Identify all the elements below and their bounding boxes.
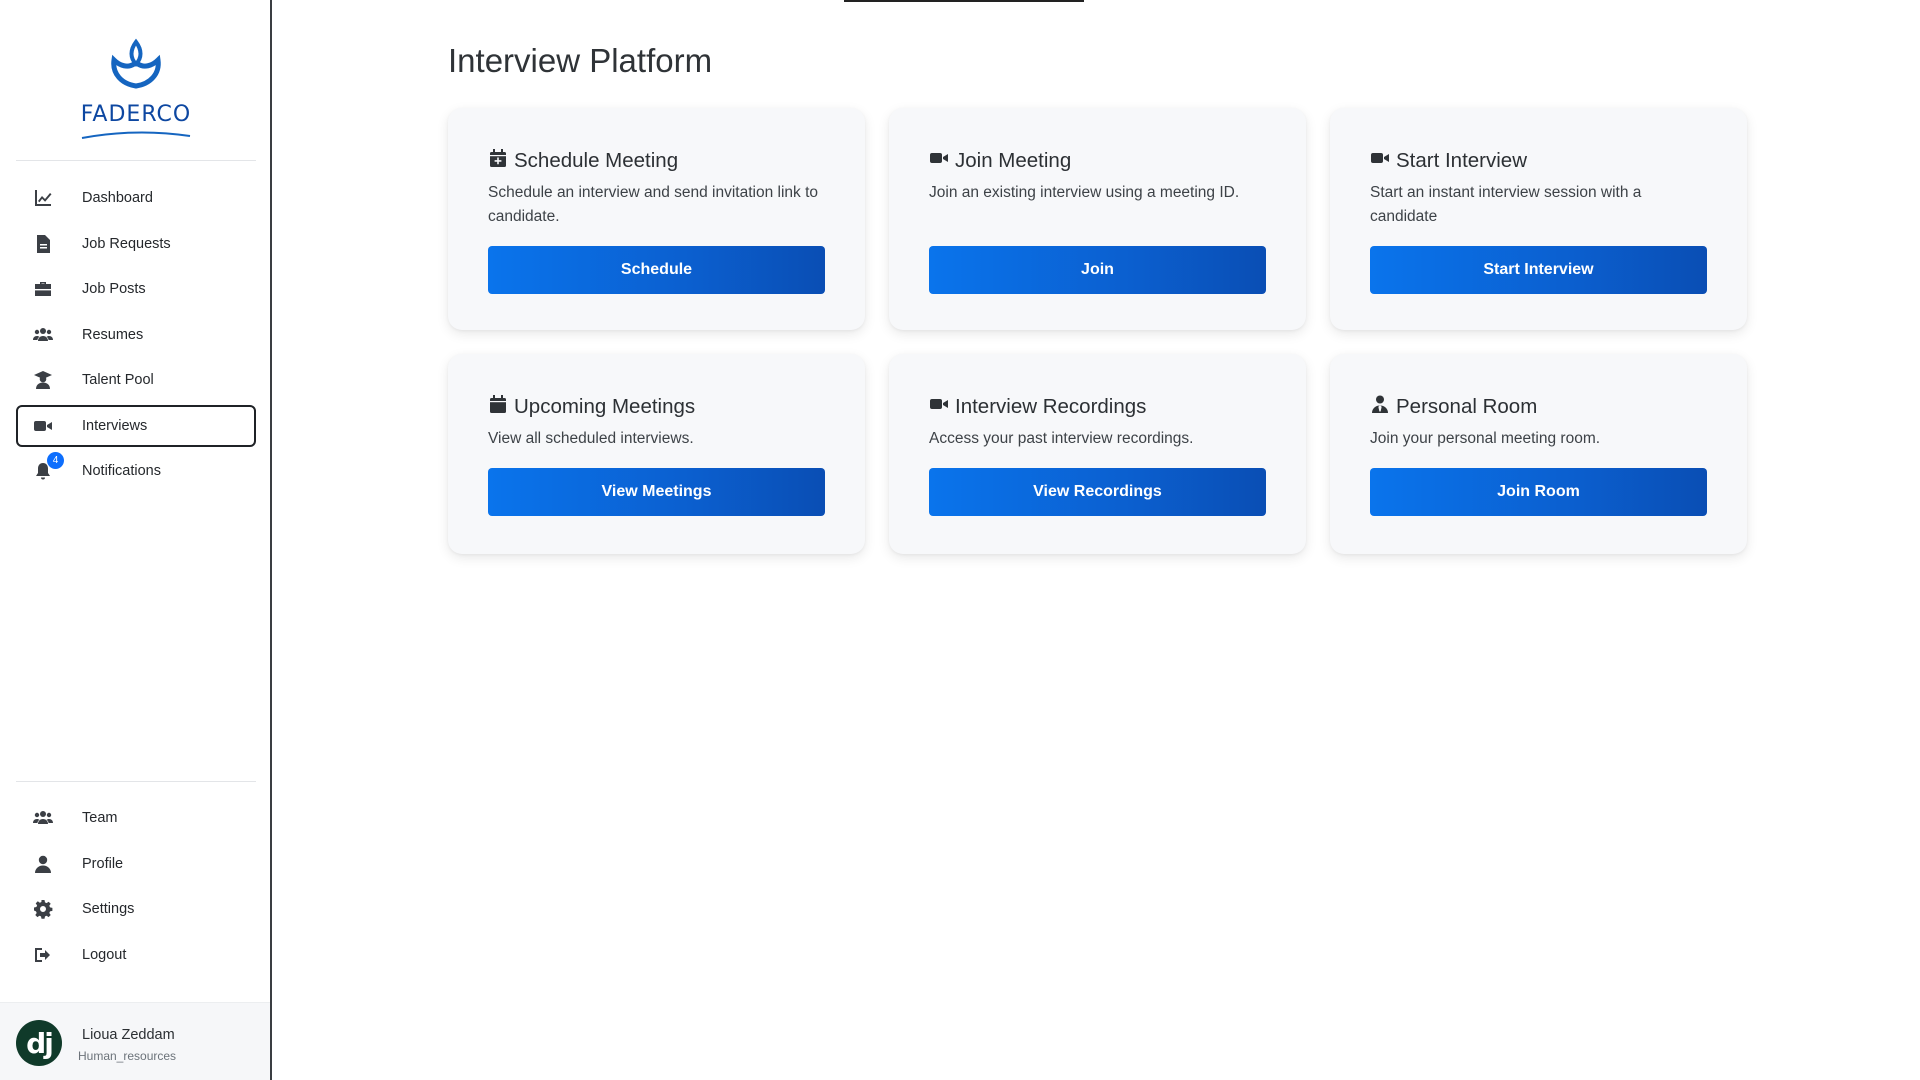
card-description: Access your past interview recordings. (929, 430, 1194, 447)
video-icon (929, 148, 955, 173)
video-icon (1370, 148, 1396, 173)
start-interview-card: Start Interview Start an instant intervi… (1330, 108, 1747, 330)
sidebar-item-interviews[interactable]: Interviews (16, 404, 256, 447)
calendar-plus-icon (488, 148, 514, 173)
view-meetings-button[interactable]: View Meetings (488, 468, 825, 516)
sidebar-item-notifications[interactable]: 4 Notifications (16, 450, 256, 492)
card-description: Join an existing interview using a meeti… (929, 184, 1240, 201)
top-progress-indicator (844, 0, 1084, 2)
sidebar-item-label: Team (82, 810, 118, 826)
sidebar-item-settings[interactable]: Settings (16, 888, 256, 930)
sidebar-item-resumes[interactable]: Resumes (16, 314, 256, 356)
sidebar-item-label: Settings (82, 901, 135, 917)
view-recordings-button[interactable]: View Recordings (929, 468, 1266, 516)
users-icon (32, 324, 54, 346)
sidebar-item-team[interactable]: Team (16, 797, 256, 839)
sidebar-item-talent-pool[interactable]: Talent Pool (16, 359, 256, 401)
gear-icon (32, 898, 54, 920)
sidebar-item-label: Interviews (82, 417, 148, 434)
card-description: Schedule an interview and send invitatio… (488, 184, 819, 225)
join-button[interactable]: Join (929, 246, 1266, 294)
sidebar-divider-bottom (16, 781, 256, 782)
schedule-button[interactable]: Schedule (488, 246, 825, 294)
sidebar: FADERCO Dashboard Job Requests Job Posts (0, 0, 272, 1080)
card-description: Join your personal meeting room. (1370, 430, 1601, 447)
video-icon (929, 394, 955, 419)
chart-line-icon (32, 187, 54, 209)
video-icon (32, 415, 54, 437)
card-title: Upcoming Meetings (514, 394, 696, 418)
personal-room-card: Personal Room Join your personal meeting… (1330, 354, 1747, 554)
sidebar-main-nav: Dashboard Job Requests Job Posts Resumes… (16, 177, 256, 496)
sidebar-item-logout[interactable]: Logout (16, 934, 256, 976)
bell-icon: 4 (32, 452, 64, 482)
user-tie-icon (1370, 394, 1396, 419)
card-description: View all scheduled interviews. (488, 430, 694, 447)
action-card-grid: Schedule Meeting Schedule an interview a… (448, 108, 1748, 554)
start-interview-button[interactable]: Start Interview (1370, 246, 1707, 294)
sidebar-item-job-requests[interactable]: Job Requests (16, 223, 256, 265)
avatar[interactable]: dj (16, 1020, 62, 1066)
faderco-logo[interactable]: FADERCO (62, 36, 210, 140)
sidebar-item-dashboard[interactable]: Dashboard (16, 177, 256, 219)
user-panel[interactable]: dj Lioua Zeddam Human_resources (0, 1002, 270, 1080)
brand-name: FADERCO (80, 102, 192, 127)
join-meeting-card: Join Meeting Join an existing interview … (889, 108, 1306, 330)
card-title: Start Interview (1396, 148, 1528, 172)
sidebar-item-job-posts[interactable]: Job Posts (16, 268, 256, 310)
sidebar-item-profile[interactable]: Profile (16, 843, 256, 885)
graduate-icon (32, 369, 54, 391)
sidebar-item-label: Talent Pool (82, 372, 154, 388)
sidebar-item-label: Logout (82, 946, 127, 963)
logo-emblem-icon (111, 38, 161, 89)
sidebar-item-label: Job Requests (82, 235, 171, 252)
sidebar-item-label: Dashboard (82, 190, 153, 206)
briefcase-icon (32, 278, 54, 300)
sidebar-item-label: Resumes (82, 326, 144, 343)
sidebar-item-label: Notifications (82, 463, 161, 479)
user-icon (32, 853, 54, 875)
card-title: Personal Room (1396, 394, 1538, 418)
join-room-button[interactable]: Join Room (1370, 468, 1707, 516)
logo-swoosh-icon (81, 131, 191, 139)
sidebar-item-label: Job Posts (82, 281, 146, 297)
schedule-meeting-card: Schedule Meeting Schedule an interview a… (448, 108, 865, 330)
notification-count-badge: 4 (47, 452, 64, 469)
user-name: Lioua Zeddam (82, 1027, 175, 1043)
sidebar-item-label: Profile (82, 855, 124, 872)
upcoming-meetings-card: Upcoming Meetings View all scheduled int… (448, 354, 865, 554)
card-description: Start an instant interview session with … (1370, 184, 1642, 225)
document-icon (32, 233, 54, 255)
card-title: Join Meeting (955, 148, 1072, 172)
card-title: Interview Recordings (955, 394, 1147, 418)
sidebar-divider-top (16, 160, 256, 161)
users-icon (32, 807, 54, 829)
page-title: Interview Platform (448, 42, 713, 79)
logout-icon (32, 944, 54, 966)
user-role: Human_resources (78, 1049, 177, 1063)
calendar-icon (488, 394, 514, 419)
sidebar-bottom-nav: Team Profile Settings Logout (16, 797, 256, 979)
interview-recordings-card: Interview Recordings Access your past in… (889, 354, 1306, 554)
card-title: Schedule Meeting (514, 148, 679, 172)
